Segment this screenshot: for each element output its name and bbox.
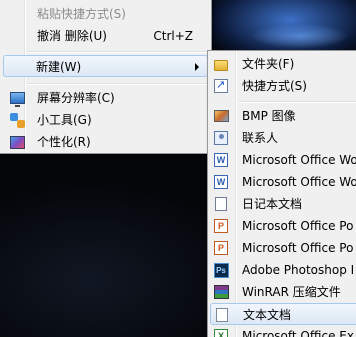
winrar-archive-icon bbox=[213, 284, 229, 300]
submenu-item-label: WinRAR 压缩文件 bbox=[242, 285, 341, 299]
journal-document-icon bbox=[213, 196, 229, 212]
submenu-item-contact[interactable]: 联系人 bbox=[210, 127, 356, 149]
submenu-item-office-ppt-2[interactable]: P Microsoft Office Po bbox=[210, 237, 356, 259]
submenu-item-office-word-1[interactable]: W Microsoft Office Wo bbox=[210, 149, 356, 171]
submenu-item-photoshop[interactable]: Ps Adobe Photoshop I bbox=[210, 259, 356, 281]
menu-separator bbox=[238, 101, 356, 103]
menu-item-screen-resolution[interactable]: 屏幕分辨率(C) bbox=[0, 87, 209, 109]
new-submenu: 文件夹(F) 快捷方式(S) BMP 图像 联系人 W Microsoft Of… bbox=[207, 50, 356, 337]
photoshop-icon: Ps bbox=[213, 262, 229, 278]
submenu-item-office-excel[interactable]: X Microsoft Office Ex bbox=[210, 325, 356, 337]
submenu-item-text-document[interactable]: 文本文档 bbox=[210, 303, 356, 325]
menu-separator bbox=[27, 51, 209, 53]
submenu-item-label: BMP 图像 bbox=[242, 109, 296, 123]
submenu-item-journal[interactable]: 日记本文档 bbox=[210, 193, 356, 215]
powerpoint-icon: P bbox=[213, 218, 229, 234]
submenu-item-label: Microsoft Office Po bbox=[242, 219, 354, 233]
submenu-item-label: 日记本文档 bbox=[242, 197, 303, 211]
monitor-icon bbox=[9, 90, 25, 107]
menu-separator bbox=[27, 83, 209, 85]
menu-item-label: 新建(W) bbox=[36, 60, 82, 74]
submenu-item-label: Adobe Photoshop I bbox=[242, 263, 355, 277]
menu-item-label: 屏幕分辨率(C) bbox=[37, 91, 115, 105]
submenu-item-label: 联系人 bbox=[242, 131, 279, 145]
word-document-icon: W bbox=[213, 174, 229, 190]
submenu-item-bmp[interactable]: BMP 图像 bbox=[210, 105, 356, 127]
submenu-item-label: Microsoft Office Wo bbox=[242, 153, 356, 167]
submenu-item-label: Microsoft Office Ex bbox=[242, 329, 354, 337]
word-document-icon: W bbox=[213, 152, 229, 168]
desktop-context-menu: 粘贴快捷方式(S) 撤消 删除(U) Ctrl+Z 新建(W) 屏幕分辨率(C)… bbox=[0, 0, 212, 154]
submenu-item-office-ppt-1[interactable]: P Microsoft Office Po bbox=[210, 215, 356, 237]
submenu-arrow-icon bbox=[195, 63, 199, 71]
menu-item-undo-delete[interactable]: 撤消 删除(U) Ctrl+Z bbox=[0, 25, 209, 47]
excel-icon: X bbox=[213, 328, 229, 337]
text-document-icon bbox=[214, 307, 230, 323]
bmp-image-icon bbox=[213, 108, 229, 124]
menu-item-label: 小工具(G) bbox=[37, 113, 92, 127]
submenu-item-folder[interactable]: 文件夹(F) bbox=[210, 53, 356, 75]
submenu-item-office-word-2[interactable]: W Microsoft Office Wo bbox=[210, 171, 356, 193]
submenu-item-label: 文本文档 bbox=[243, 308, 292, 322]
menu-item-new[interactable]: 新建(W) bbox=[3, 55, 208, 77]
submenu-item-label: 文件夹(F) bbox=[242, 57, 295, 71]
menu-item-shortcut: Ctrl+Z bbox=[153, 29, 193, 43]
contact-icon bbox=[213, 130, 229, 146]
powerpoint-icon: P bbox=[213, 240, 229, 256]
submenu-item-label: Microsoft Office Po bbox=[242, 241, 354, 255]
submenu-item-winrar[interactable]: WinRAR 压缩文件 bbox=[210, 281, 356, 303]
submenu-item-label: Microsoft Office Wo bbox=[242, 175, 356, 189]
menu-item-label: 撤消 删除(U) bbox=[37, 29, 107, 43]
menu-item-label: 个性化(R) bbox=[37, 135, 91, 149]
menu-item-paste-shortcut[interactable]: 粘贴快捷方式(S) bbox=[0, 3, 209, 25]
menu-item-label: 粘贴快捷方式(S) bbox=[37, 7, 126, 21]
submenu-item-label: 快捷方式(S) bbox=[242, 79, 307, 93]
folder-icon bbox=[213, 56, 229, 72]
submenu-item-shortcut[interactable]: 快捷方式(S) bbox=[210, 75, 356, 97]
shortcut-icon bbox=[213, 78, 229, 94]
menu-item-gadgets[interactable]: 小工具(G) bbox=[0, 109, 209, 131]
menu-item-personalize[interactable]: 个性化(R) bbox=[0, 131, 209, 153]
gadgets-icon bbox=[9, 112, 25, 128]
personalize-icon bbox=[9, 134, 25, 150]
